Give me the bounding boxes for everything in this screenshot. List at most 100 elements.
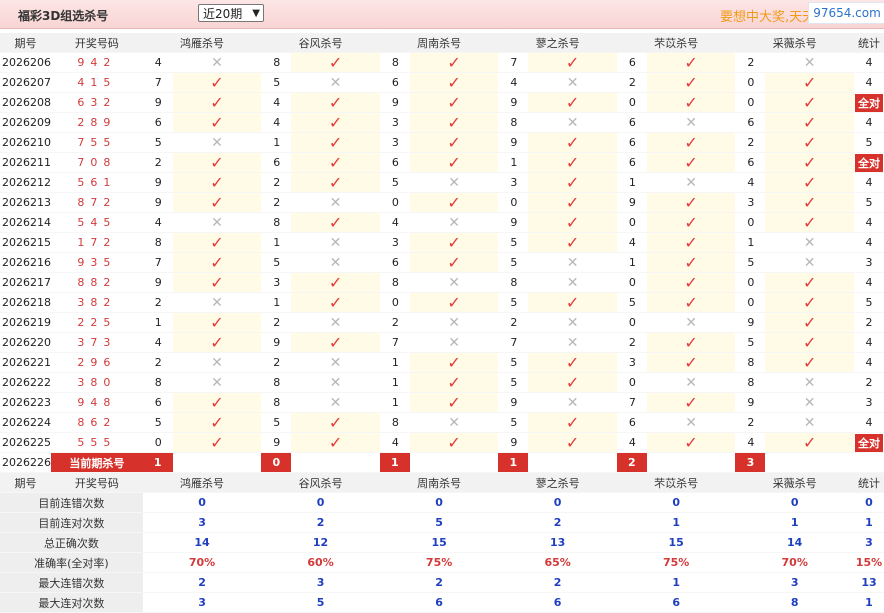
stat-value: 3 <box>142 592 262 613</box>
cross-icon: ✕ <box>291 352 380 373</box>
kill-number: 8 <box>379 272 410 293</box>
kill-number: 9 <box>735 392 766 413</box>
stat-value: 0 <box>735 492 854 513</box>
cross-icon: ✕ <box>528 392 617 413</box>
period-cell: 2026225 <box>0 432 51 453</box>
current-kill-number: 1 <box>142 452 173 473</box>
check-icon: ✓ <box>765 172 854 193</box>
period-cell: 2026215 <box>0 232 51 253</box>
check-icon: ✓ <box>528 232 617 253</box>
kill-number: 9 <box>735 312 766 333</box>
stat-cell: 4 <box>853 232 884 253</box>
stat-value: 70% <box>735 552 854 573</box>
check-icon: ✓ <box>409 232 499 253</box>
check-icon: ✓ <box>291 332 380 353</box>
current-row: 2026226 当前期杀号 1 0 1 1 2 3 <box>0 452 884 473</box>
kill-number: 2 <box>735 132 766 153</box>
kill-number: 9 <box>379 92 410 113</box>
spacer <box>409 452 499 473</box>
kill-number: 9 <box>498 432 529 453</box>
kill-number: 4 <box>142 52 173 73</box>
stat-value: 6 <box>379 592 499 613</box>
check-icon: ✓ <box>765 272 854 293</box>
cross-icon: ✕ <box>291 312 380 333</box>
check-icon: ✓ <box>765 132 854 153</box>
stat-value: 0 <box>498 492 617 513</box>
kill-number: 2 <box>735 52 766 73</box>
stat-value: 2 <box>142 572 262 593</box>
kill-number: 0 <box>735 72 766 93</box>
stat-value: 5 <box>379 512 499 533</box>
stat-value: 60% <box>261 552 380 573</box>
table-row: 2026220 373 4 ✓ 9 ✓ 7 ✕ 7 ✕ 2 ✓ 5 ✓ 4 <box>0 332 884 353</box>
winning-number: 296 <box>51 352 143 373</box>
kill-number: 9 <box>142 272 173 293</box>
kill-number: 7 <box>379 332 410 353</box>
kill-number: 5 <box>142 132 173 153</box>
table-row: 2026210 755 5 ✕ 1 ✓ 3 ✓ 9 ✓ 6 ✓ 2 ✓ 5 <box>0 132 884 153</box>
check-icon: ✓ <box>528 132 617 153</box>
kill-number: 2 <box>261 352 292 373</box>
check-icon: ✓ <box>291 172 380 193</box>
check-icon: ✓ <box>291 292 380 313</box>
header-expert: 蓼之杀号 <box>498 472 617 493</box>
stat-value: 0 <box>261 492 380 513</box>
kill-number: 1 <box>498 152 529 173</box>
stat-value: 1 <box>853 592 884 613</box>
check-icon: ✓ <box>646 332 736 353</box>
cross-icon: ✕ <box>291 392 380 413</box>
stat-cell: 4 <box>853 332 884 353</box>
cross-icon: ✕ <box>528 312 617 333</box>
check-icon: ✓ <box>528 412 617 433</box>
check-icon: ✓ <box>765 212 854 233</box>
stat-value: 0 <box>853 492 884 513</box>
kill-number: 4 <box>261 112 292 133</box>
watermark-logo: 97654.com <box>808 2 884 24</box>
period-cell: 2026212 <box>0 172 51 193</box>
header-expert: 周南杀号 <box>379 33 499 53</box>
kill-number: 8 <box>261 372 292 393</box>
page-title: 福彩3D组选杀号 <box>18 9 109 23</box>
period-cell: 2026206 <box>0 52 51 73</box>
winning-number: 545 <box>51 212 143 233</box>
table-row: 2026221 296 2 ✕ 2 ✕ 1 ✓ 5 ✓ 3 ✓ 8 ✓ 4 <box>0 352 884 373</box>
kill-number: 9 <box>498 212 529 233</box>
stat-row: 目前连对次数 3 2 5 2 1 1 1 <box>0 512 884 533</box>
kill-number: 9 <box>498 132 529 153</box>
check-icon: ✓ <box>291 52 380 73</box>
kill-number: 2 <box>616 72 647 93</box>
cross-icon: ✕ <box>646 412 736 433</box>
table-row: 2026222 380 8 ✕ 8 ✕ 1 ✓ 5 ✓ 0 ✕ 8 ✕ 2 <box>0 372 884 393</box>
kill-number: 5 <box>379 172 410 193</box>
stat-label: 总正确次数 <box>0 532 143 553</box>
period-cell: 2026208 <box>0 92 51 113</box>
check-icon: ✓ <box>528 52 617 73</box>
check-icon: ✓ <box>172 412 262 433</box>
kill-number: 2 <box>142 152 173 173</box>
kill-number: 1 <box>379 352 410 373</box>
cross-icon: ✕ <box>172 372 262 393</box>
kill-number: 2 <box>142 352 173 373</box>
kill-number: 2 <box>735 412 766 433</box>
winning-number: 708 <box>51 152 143 173</box>
winning-number: 935 <box>51 252 143 273</box>
kill-number: 5 <box>498 352 529 373</box>
table-row: 2026209 289 6 ✓ 4 ✓ 3 ✓ 8 ✕ 6 ✕ 6 ✓ 4 <box>0 112 884 133</box>
stat-cell: 5 <box>853 292 884 313</box>
cross-icon: ✕ <box>765 252 854 273</box>
kill-number: 7 <box>498 332 529 353</box>
cross-icon: ✕ <box>291 372 380 393</box>
period-select[interactable]: 近20期 ▼ <box>198 4 264 22</box>
period-cell: 2026207 <box>0 72 51 93</box>
kill-number: 6 <box>735 152 766 173</box>
table-row: 2026219 225 1 ✓ 2 ✕ 2 ✕ 2 ✕ 0 ✕ 9 ✓ 2 <box>0 312 884 333</box>
check-icon: ✓ <box>646 92 736 113</box>
cross-icon: ✕ <box>528 272 617 293</box>
winning-number: 948 <box>51 392 143 413</box>
stat-row: 总正确次数 14 12 15 13 15 14 3 <box>0 532 884 553</box>
header-stat: 统计 <box>853 33 884 53</box>
cross-icon: ✕ <box>409 412 499 433</box>
kill-number: 1 <box>379 372 410 393</box>
kill-number: 0 <box>735 272 766 293</box>
kill-number: 7 <box>142 72 173 93</box>
